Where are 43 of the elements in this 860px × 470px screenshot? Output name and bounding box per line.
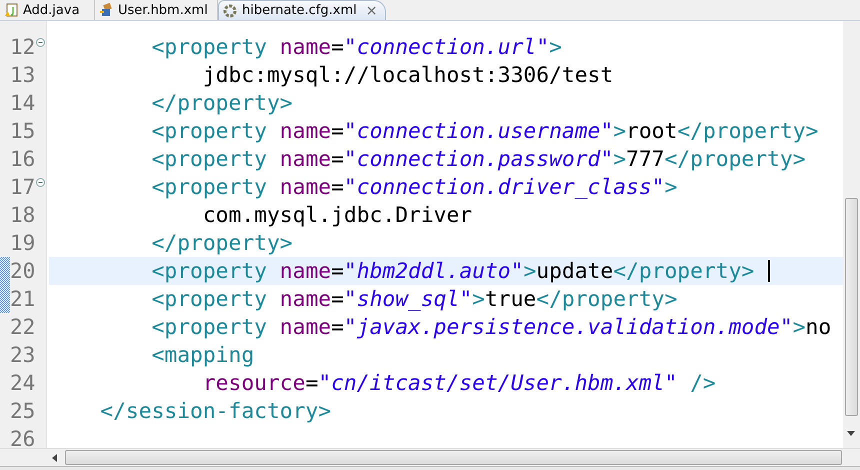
scroll-thumb[interactable]: [845, 198, 858, 416]
vertical-scrollbar[interactable]: [843, 21, 860, 448]
line-number: 26: [10, 426, 36, 448]
code-line: <property name="hbm2ddl.auto">update</property>: [150, 258, 754, 284]
java-file-icon: [4, 3, 18, 17]
horizontal-scrollbar[interactable]: [65, 450, 842, 465]
line-number: 15: [10, 118, 36, 145]
line-number: 23: [10, 342, 36, 369]
line-number: 20: [10, 258, 36, 285]
gear-icon: [223, 4, 237, 18]
line-number: 16: [10, 146, 36, 173]
code-line: <property name="javax.persistence.validation.mode">no: [150, 314, 832, 340]
code-line: jdbc:mysql://localhost:3306/test: [202, 62, 614, 88]
line-number: 22: [10, 314, 36, 341]
close-icon[interactable]: ⨯: [366, 2, 378, 18]
collapse-icon[interactable]: [36, 38, 45, 47]
code-line: <mapping: [150, 342, 254, 368]
code-line: <property name="connection.username">root</property>: [150, 118, 818, 144]
line-number: 12: [10, 34, 36, 61]
line-number: 14: [10, 90, 36, 117]
line-number: 18: [10, 202, 36, 229]
line-number: 19: [10, 230, 36, 257]
line-number: 24: [10, 370, 36, 397]
line-number: 13: [10, 62, 36, 89]
line-number: 25: [10, 398, 36, 425]
editor-tab[interactable]: hibernate.cfg.xml ⨯: [218, 0, 386, 20]
code-line: </property>: [150, 230, 293, 256]
code-line: <property name="connection.password">777</property>: [150, 146, 806, 172]
text-cursor: [768, 260, 770, 282]
code-line: <property name="connection.url">: [150, 34, 562, 60]
line-number: 21: [10, 286, 36, 313]
line-number: 17: [10, 174, 36, 201]
code-line: <property name="connection.driver_class">: [150, 174, 678, 200]
editor-tab[interactable]: Add.java: [0, 0, 95, 20]
code-line: </session-factory>: [99, 398, 332, 424]
code-line: com.mysql.jdbc.Driver: [202, 202, 472, 228]
xml-file-icon: [99, 3, 113, 17]
scroll-down-icon[interactable]: [847, 431, 855, 436]
scroll-left-icon[interactable]: [52, 454, 57, 462]
code-line: <property name="show_sql">true</property>: [150, 286, 678, 312]
code-line: resource="cn/itcast/set/User.hbm.xml" />: [202, 370, 716, 396]
code-line: </property>: [150, 90, 293, 116]
collapse-icon[interactable]: [36, 178, 45, 187]
